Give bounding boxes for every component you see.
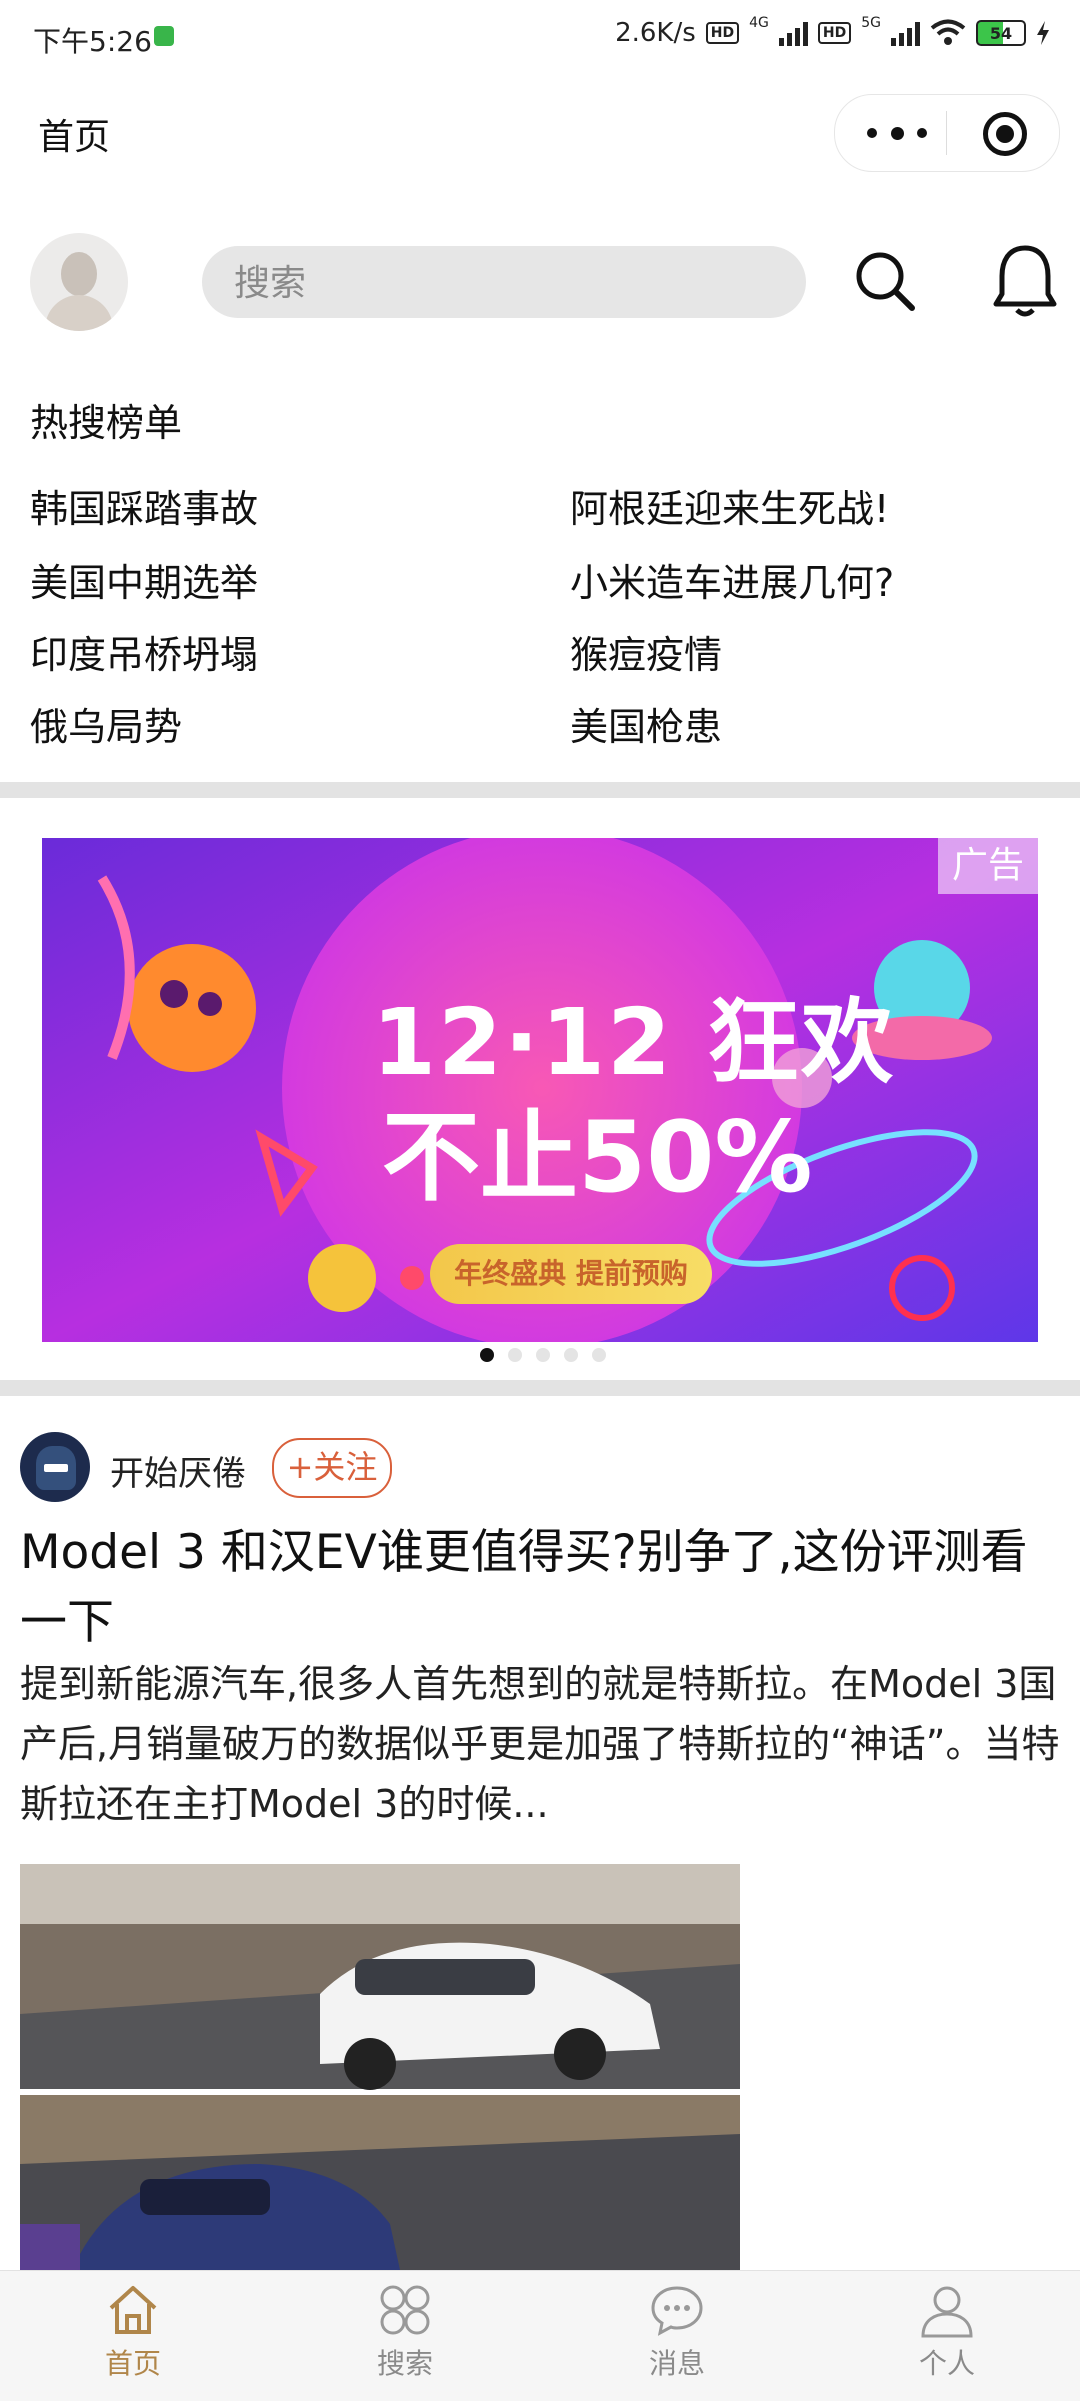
tab-search[interactable]: 搜索 <box>330 2282 480 2392</box>
search-bar[interactable] <box>202 246 806 320</box>
search-icon <box>856 252 915 311</box>
notification-app-icon <box>154 26 174 46</box>
bell-icon <box>993 245 1057 317</box>
ad-tag: 广告 <box>938 838 1038 894</box>
battery-icon: 54 <box>976 20 1026 46</box>
tab-home[interactable]: 首页 <box>58 2282 208 2392</box>
status-bar: 下午5:26 2.6K/s HD 4G HD 5G 54 <box>0 0 1080 76</box>
banner-promo-pill: 年终盛典 提前预购 <box>430 1244 712 1304</box>
author-avatar[interactable] <box>20 1432 90 1502</box>
tab-label: 搜索 <box>376 2347 433 2380</box>
notification-button[interactable] <box>990 240 1060 320</box>
carousel-dot[interactable] <box>592 1348 606 1362</box>
network-speed: 2.6K/s <box>615 18 696 48</box>
carousel-dot[interactable] <box>536 1348 550 1362</box>
hot-item[interactable]: 美国枪患 <box>570 696 722 751</box>
wifi-icon <box>930 19 966 45</box>
hd-icon: HD <box>705 22 740 44</box>
search-input[interactable] <box>232 246 776 320</box>
hot-list-title: 热搜榜单 <box>30 401 183 445</box>
tab-label: 消息 <box>648 2347 705 2380</box>
follow-button[interactable]: +关注 <box>272 1438 392 1498</box>
mini-program-capsule <box>834 94 1060 172</box>
section-divider <box>0 782 1080 798</box>
banner-subline: 不止50% <box>382 1101 813 1215</box>
signal-type-5g: 5G <box>861 15 881 31</box>
hot-item[interactable]: 韩国踩踏事故 <box>30 478 258 533</box>
hot-item[interactable]: 印度吊桥坍塌 <box>30 624 258 679</box>
hot-item[interactable]: 俄乌局势 <box>30 696 182 751</box>
close-target-icon[interactable] <box>983 112 1027 156</box>
capsule-divider <box>946 111 947 155</box>
hd-icon-2: HD <box>817 22 852 44</box>
user-icon <box>921 2286 973 2338</box>
carousel-dot[interactable] <box>508 1348 522 1362</box>
hot-item[interactable]: 美国中期选举 <box>30 552 258 607</box>
hot-item[interactable]: 猴痘疫情 <box>570 624 722 679</box>
carousel-indicator <box>480 1348 606 1362</box>
chat-icon <box>651 2286 703 2336</box>
author-name[interactable]: 开始厌倦 <box>110 1446 246 1495</box>
ad-banner[interactable]: 12·12 狂欢 不止50% 年终盛典 提前预购 广告 <box>42 838 1038 1342</box>
tab-messages[interactable]: 消息 <box>602 2282 752 2392</box>
post-title[interactable]: Model 3 和汉EV谁更值得买?别争了,这份评测看一下 <box>20 1518 1070 1658</box>
status-time: 下午5:26 <box>33 25 152 58</box>
signal-icon <box>778 20 808 46</box>
post-image[interactable] <box>20 1864 740 2270</box>
status-indicators: 2.6K/s HD 4G HD 5G 54 <box>615 15 1050 48</box>
carousel-dot[interactable] <box>480 1348 494 1362</box>
carousel-dot[interactable] <box>564 1348 578 1362</box>
charging-icon <box>1037 21 1049 45</box>
signal-type-4g: 4G <box>749 15 769 31</box>
section-divider <box>0 1380 1080 1396</box>
more-icon[interactable] <box>867 125 927 141</box>
hot-item[interactable]: 小米造车进展几何? <box>570 552 894 607</box>
battery-level: 54 <box>989 23 1013 43</box>
tab-profile[interactable]: 个人 <box>872 2282 1022 2392</box>
car-photo <box>20 1864 740 2270</box>
hot-item[interactable]: 阿根廷迎来生死战! <box>570 478 889 533</box>
page-title: 首页 <box>38 117 111 158</box>
user-avatar[interactable] <box>30 233 128 331</box>
grid-icon <box>380 2285 430 2335</box>
post-excerpt[interactable]: 提到新能源汽车,很多人首先想到的就是特斯拉。在Model 3国产后,月销量破万的… <box>20 1654 1060 1834</box>
home-icon <box>109 2286 157 2334</box>
tab-label: 个人 <box>918 2347 975 2380</box>
search-button[interactable] <box>852 246 920 316</box>
signal-icon-2 <box>891 20 920 46</box>
tab-label: 首页 <box>104 2347 161 2380</box>
